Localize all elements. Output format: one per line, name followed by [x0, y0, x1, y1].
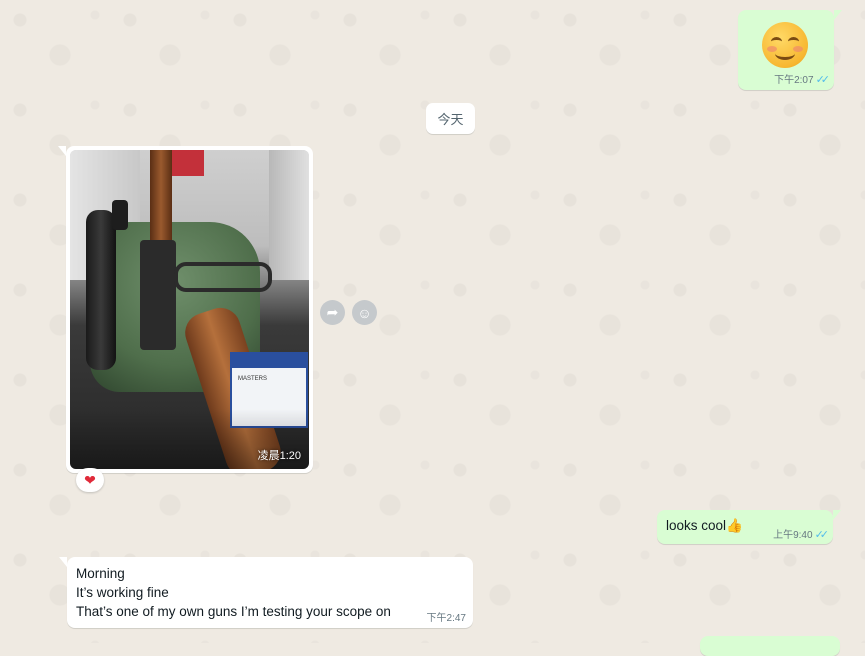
read-ticks-icon: ✓✓ [815, 74, 831, 86]
read-ticks-icon: ✓✓ [814, 529, 830, 541]
outgoing-message-partial[interactable] [700, 636, 840, 656]
incoming-image-message[interactable]: MASTERS 凌晨1:20 [58, 146, 313, 473]
image-time: 凌晨1:20 [257, 450, 301, 462]
outgoing-emoji-message[interactable]: 下午2:07 ✓✓ [738, 10, 842, 90]
heart-reaction-icon[interactable]: ❤ [76, 468, 104, 492]
message-meta: 上午9:40 ✓✓ [773, 526, 830, 541]
message-line: It’s working fine [76, 585, 169, 600]
rifle-scope [86, 210, 116, 370]
outgoing-text-message[interactable]: looks cool👍 上午9:40 ✓✓ [657, 510, 841, 544]
date-divider: 今天 [426, 103, 475, 134]
incoming-text-message[interactable]: Morning It’s working fine That’s one of … [59, 557, 473, 628]
message-time: 上午9:40 [773, 530, 813, 541]
message-meta: 下午2:07 ✓✓ [774, 71, 831, 86]
smiling-face-icon [762, 22, 808, 68]
forward-button[interactable]: ➦ [320, 300, 345, 325]
message-text: looks cool👍 [666, 518, 743, 533]
message-time: 下午2:07 [774, 75, 814, 86]
rifle-photo[interactable]: MASTERS 凌晨1:20 [70, 150, 309, 469]
message-line: Morning [76, 566, 125, 581]
message-time: 下午2:47 [426, 613, 466, 624]
emoji-react-button[interactable]: ☺ [352, 300, 377, 325]
message-line: That’s one of my own guns I’m testing yo… [76, 604, 391, 619]
